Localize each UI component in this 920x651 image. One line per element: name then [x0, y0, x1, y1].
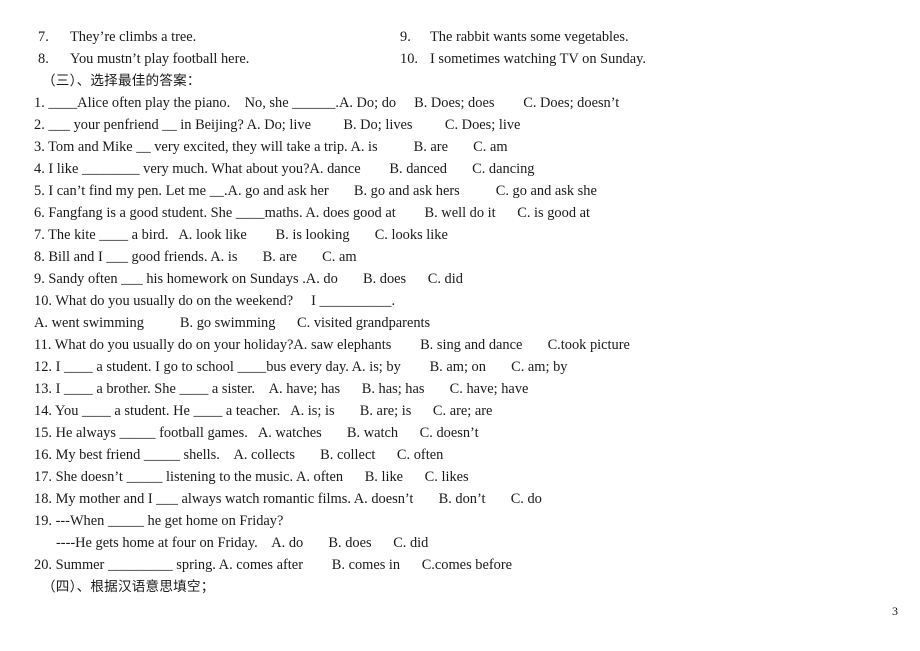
question-line-20: 20. Summer _________ spring. A. comes af… [34, 557, 513, 573]
section-heading-four: （四）、根据汉语意思填空； [42, 579, 215, 595]
question-line-11: 11. What do you usually do on your holid… [34, 337, 630, 353]
page-number: 3 [892, 604, 898, 618]
item-text: They’re climbs a tree. [70, 29, 197, 45]
question-line-9: 9. Sandy often ___ his homework on Sunda… [34, 271, 463, 287]
sentence-item-7: 7. They’re climbs a tree. [26, 26, 398, 48]
question-line-3: 3. Tom and Mike __ very excited, they wi… [34, 139, 508, 155]
item-number: 10. [400, 51, 418, 67]
question-line-19: 19. ---When _____ he get home on Friday? [34, 513, 284, 529]
question-line-17: 17. She doesn’t _____ listening to the m… [34, 469, 469, 485]
item-text: The rabbit wants some vegetables. [430, 29, 629, 45]
question-line-13: 13. I ____ a brother. She ____ a sister.… [34, 381, 529, 397]
question-line-8: 8. Bill and I ___ good friends. A. is B.… [34, 249, 357, 265]
item-text: You mustn’t play football here. [70, 51, 250, 67]
question-10-options: A. went swimming B. go swimming C. visit… [34, 315, 431, 331]
question-line-12: 12. I ____ a student. I go to school ___… [34, 359, 568, 375]
question-line-10: 10. What do you usually do on the weeken… [34, 293, 396, 309]
question-line-6: 6. Fangfang is a good student. She ____m… [34, 205, 591, 221]
question-line-1: 1. ____Alice often play the piano. No, s… [34, 95, 620, 111]
question-line-7: 7. The kite ____ a bird. A. look like B.… [34, 227, 448, 243]
item-number: 9. [400, 29, 411, 45]
question-line-16: 16. My best friend _____ shells. A. coll… [34, 447, 444, 463]
question-line-15: 15. He always _____ football games. A. w… [34, 425, 479, 441]
sentence-row: 8. You mustn’t play football here. 10. I… [26, 48, 894, 70]
question-line-4: 4. I like ________ very much. What about… [34, 161, 535, 177]
question-19-answer-line: ----He gets home at four on Friday. A. d… [56, 535, 429, 551]
question-line-14: 14. You ____ a student. He ____ a teache… [34, 403, 493, 419]
item-text: I sometimes watching TV on Sunday. [430, 51, 646, 67]
item-number: 8. [38, 51, 49, 67]
sentence-item-9: 9. The rabbit wants some vegetables. [398, 26, 894, 48]
worksheet-page: 7. They’re climbs a tree. 9. The rabbit … [0, 0, 920, 651]
sentence-row: 7. They’re climbs a tree. 9. The rabbit … [26, 26, 894, 48]
section-heading-three: （三）、选择最佳的答案： [42, 73, 201, 89]
sentence-item-8: 8. You mustn’t play football here. [26, 48, 398, 70]
question-line-5: 5. I can’t find my pen. Let me __.A. go … [34, 183, 597, 199]
sentence-item-10: 10. I sometimes watching TV on Sunday. [398, 48, 894, 70]
question-line-2: 2. ___ your penfriend __ in Beijing? A. … [34, 117, 521, 133]
question-line-18: 18. My mother and I ___ always watch rom… [34, 491, 542, 507]
item-number: 7. [38, 29, 49, 45]
